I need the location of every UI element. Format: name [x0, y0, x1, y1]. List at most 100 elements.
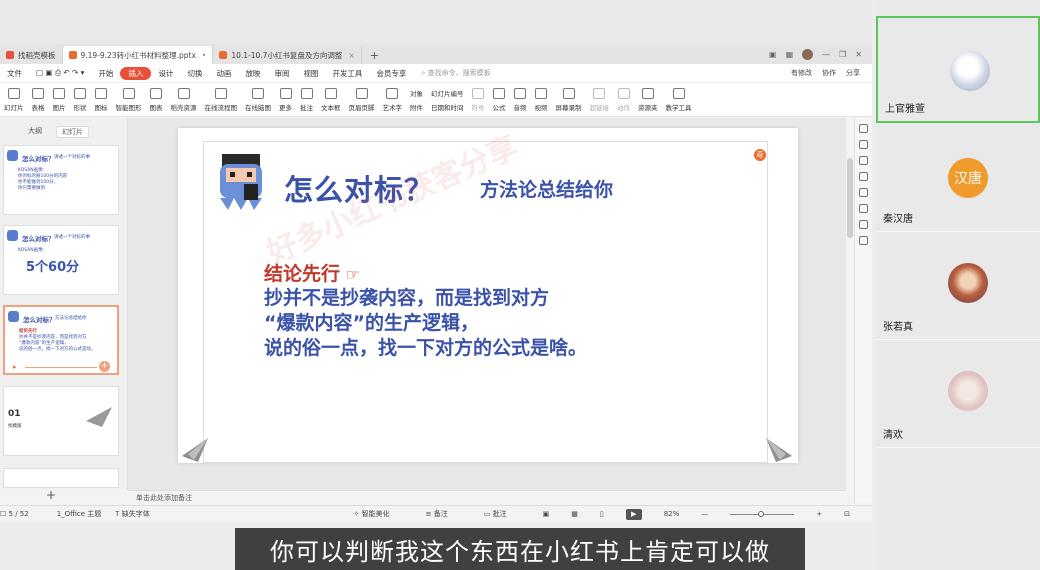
slide-thumbnail[interactable]: 01 找模版 [3, 386, 119, 456]
ribbon-resource-folder[interactable]: 资源夹 [634, 88, 662, 112]
copy-icon[interactable] [859, 172, 868, 181]
slide-body-line[interactable]: 说的俗一点，找一下对方的公式是啥。 [264, 333, 587, 360]
fit-window-icon[interactable]: ⊡ [844, 510, 850, 518]
ribbon-audio[interactable]: 音频 [510, 88, 531, 112]
canvas-scrollbar[interactable] [846, 118, 854, 503]
participant-tile[interactable]: 清欢 [876, 341, 1040, 448]
ribbon-textbox[interactable]: 文本框 [317, 88, 345, 112]
tab-docer-templates[interactable]: 找稻壳模板 [0, 46, 63, 64]
zoom-slider-handle[interactable] [758, 510, 765, 517]
slide-body-line[interactable]: 抄并不是抄袭内容，而是找到对方 [264, 283, 549, 310]
ribbon-teaching-tools[interactable]: 教学工具 [662, 88, 696, 112]
restore-icon[interactable]: ❐ [839, 50, 846, 59]
new-tab-button[interactable]: + [362, 46, 387, 64]
slide-thumbnail[interactable]: 怎么对标？ 讲透一个对标的事 KOSAN画像： 你对标的账100分的内容 你不能… [3, 145, 119, 215]
participant-tile[interactable]: 汉唐 秦汉唐 [876, 125, 1040, 232]
slide-body-line[interactable]: “爆款内容”的生产逻辑， [264, 308, 479, 335]
comments-toggle[interactable]: ▭ 批注 [484, 509, 521, 519]
smart-beautify[interactable]: ✧ 智能美化 [354, 509, 404, 519]
layout-icon[interactable]: ▣ [769, 50, 777, 59]
help-icon[interactable] [859, 236, 868, 245]
ribbon-shape[interactable]: 形状 [70, 88, 91, 112]
ribbon-picture[interactable]: 图片 [49, 88, 70, 112]
participant-tile[interactable]: 张若真 [876, 233, 1040, 340]
collaborate-button[interactable]: 协作 [822, 68, 836, 78]
book-icon[interactable] [859, 220, 868, 229]
menu-transitions[interactable]: 切换 [180, 68, 209, 79]
ribbon-table[interactable]: 表格 [28, 88, 49, 112]
conclusion-heading[interactable]: 结论先行 ☞ [264, 259, 360, 286]
tab-review-pptx[interactable]: 10.1-10.7小红书复盘及方向调整 × [213, 46, 362, 64]
ribbon-comment[interactable]: 批注 [296, 88, 317, 112]
menu-slideshow[interactable]: 放映 [238, 68, 267, 79]
ribbon-more[interactable]: 更多 [275, 88, 296, 112]
menu-insert[interactable]: 插入 [120, 66, 152, 80]
menu-view[interactable]: 视图 [296, 68, 325, 79]
share-button[interactable]: 分享 [846, 68, 860, 78]
ribbon-header-footer[interactable]: 页眉页脚 [345, 88, 379, 112]
close-icon[interactable]: • [202, 51, 206, 60]
add-slide-button[interactable]: + [46, 488, 56, 502]
ribbon-symbol[interactable]: 符号 [468, 88, 489, 112]
slide-content[interactable]: 怎么对标？ 方法论总结给你 好多小红书获客分享 结论先行 ☞ 抄并不是抄袭内容，… [182, 129, 792, 463]
zoom-in-icon[interactable]: + [816, 510, 822, 518]
ribbon-chart[interactable]: 图表 [146, 88, 167, 112]
ribbon-slide-number[interactable]: 幻灯片编号 [431, 88, 464, 98]
add-slide-icon[interactable]: + [99, 361, 110, 372]
normal-view-icon[interactable]: ▣ [543, 510, 550, 518]
tab-slides[interactable]: 幻灯片 [56, 126, 89, 138]
ribbon-docer-resources[interactable]: 稻壳资源 [167, 88, 201, 112]
tab-current-pptx[interactable]: 9.19-9.23转小红书材料整理.pptx • [62, 46, 214, 64]
ribbon-hyperlink[interactable]: 超链接 [586, 88, 614, 112]
play-slideshow-icon[interactable]: ▶ [625, 508, 642, 520]
slide-thumbnail[interactable]: 怎么对标？ 讲透一个对标的事 KOSAN画像： 5个60分 [3, 225, 119, 295]
ribbon-equation[interactable]: 公式 [489, 88, 510, 112]
grid-icon[interactable]: ▦ [786, 50, 794, 59]
ribbon-icons[interactable]: 图标 [91, 88, 112, 112]
ribbon-new-slide[interactable]: 幻灯片 [0, 88, 28, 112]
command-search[interactable]: ⌕ 查找命令、搜索模板 [421, 68, 490, 78]
user-avatar[interactable] [802, 48, 814, 60]
menu-developer[interactable]: 开发工具 [325, 68, 369, 79]
slide-thumbnail[interactable] [3, 468, 119, 488]
notes-toggle[interactable]: ≡ 备注 [426, 509, 462, 519]
tab-outline[interactable]: 大纲 [28, 126, 42, 138]
ribbon-date-time[interactable]: 日期和时间 [431, 102, 464, 112]
ribbon-screen-record[interactable]: 屏幕录制 [552, 88, 586, 112]
ribbon-wordart[interactable]: 艺术字 [379, 88, 407, 112]
slide-subtitle[interactable]: 方法论总结给你 [480, 175, 613, 202]
scrollbar-thumb[interactable] [847, 158, 853, 238]
menu-home[interactable]: 开始 [91, 68, 120, 79]
ribbon-object[interactable]: 对象 [410, 88, 423, 98]
minimize-icon[interactable]: — [822, 50, 830, 59]
select-icon[interactable] [859, 124, 868, 133]
ribbon-action[interactable]: 动作 [613, 88, 634, 112]
modified-indicator[interactable]: 有修改 [791, 68, 812, 78]
animation-marker-icon[interactable]: ▸ [13, 363, 17, 371]
window-close-icon[interactable]: ✕ [855, 50, 862, 59]
zoom-out-icon[interactable]: — [701, 510, 708, 518]
menu-design[interactable]: 设计 [151, 68, 180, 79]
slide-thumbnail-selected[interactable]: 怎么对标？ 方法论总结给你 结论先行 抄并不是抄袭内容，而是找到对方 “爆款内容… [3, 305, 119, 375]
participant-tile-speaking[interactable]: 上官雅萱 [876, 16, 1040, 123]
zoom-slider[interactable] [730, 510, 795, 517]
quick-access-icons[interactable]: ▢ ▣ ⎙ ↶ ↷ ▾ [29, 68, 91, 78]
menu-animations[interactable]: 动画 [209, 68, 238, 79]
missing-font[interactable]: Ꭲ 缺失字体 [115, 509, 163, 519]
menu-review[interactable]: 审阅 [267, 68, 296, 79]
pin-icon[interactable] [859, 156, 868, 165]
ribbon-attachment[interactable]: 附件 [410, 102, 423, 112]
ribbon-flowchart[interactable]: 在线流程图 [201, 88, 242, 112]
notes-area[interactable]: 单击此处添加备注 [128, 490, 846, 503]
format-icon[interactable] [859, 188, 868, 197]
location-icon[interactable] [859, 204, 868, 213]
docer-badge-icon[interactable]: 奇 [754, 149, 766, 161]
menu-member[interactable]: 会员专享 [369, 68, 413, 79]
sorter-view-icon[interactable]: ▦ [571, 510, 578, 518]
reading-view-icon[interactable]: ▯ [600, 510, 604, 518]
ribbon-video[interactable]: 视频 [531, 88, 552, 112]
menu-file[interactable]: 文件 [0, 68, 29, 79]
ribbon-smartart[interactable]: 智能图形 [112, 88, 146, 112]
adjust-icon[interactable] [859, 140, 868, 149]
close-icon[interactable]: × [348, 51, 354, 60]
